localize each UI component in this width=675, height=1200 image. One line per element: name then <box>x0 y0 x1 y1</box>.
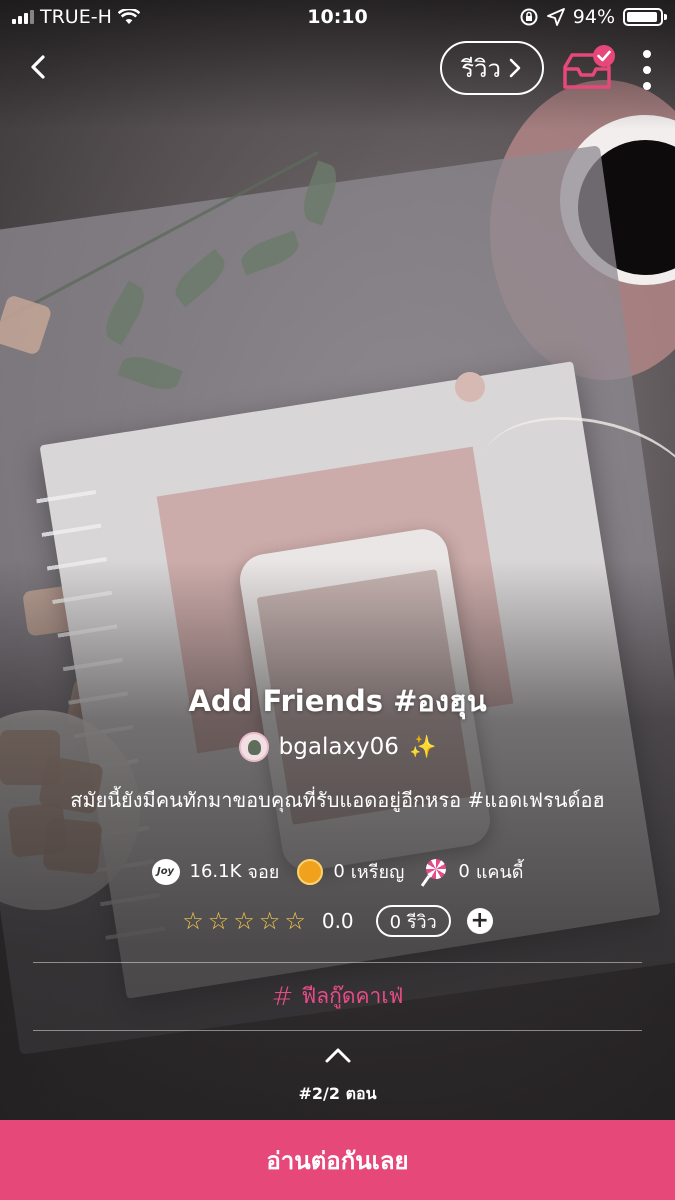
orientation-lock-icon <box>520 8 538 26</box>
stats-row: Joy 16.1K จอย 0 เหรียญ 0 แคนดี้ <box>0 857 675 887</box>
joy-value: 16.1K <box>189 861 242 882</box>
rating-row: ☆ ☆ ☆ ☆ ☆ 0.0 0 รีวิว + <box>0 905 675 937</box>
story-description: สมัยนี้ยังมีคนทักมาขอบคุณที่รับแอดอยู่อี… <box>70 788 605 812</box>
story-tag[interactable]: # ฟีลกู๊ดคาเฟ่ <box>0 980 675 1013</box>
joy-stat: Joy 16.1K จอย <box>151 857 280 886</box>
hash-icon: # <box>271 981 294 1012</box>
episode-count: #2/2 ตอน <box>298 1084 377 1103</box>
coin-stat: 0 เหรียญ <box>297 857 404 886</box>
star-icon[interactable]: ☆ <box>284 909 306 933</box>
candy-value: 0 <box>458 861 470 882</box>
status-bar: TRUE-H 10:10 94% <box>0 0 675 36</box>
chevron-up-icon[interactable] <box>324 1046 352 1064</box>
joy-label: จอย <box>247 862 280 883</box>
star-icon[interactable]: ☆ <box>233 909 255 933</box>
sparkle-emoji: ✨ <box>408 734 437 760</box>
joy-icon: Joy <box>151 858 180 885</box>
star-icon[interactable]: ☆ <box>208 909 230 933</box>
chevron-right-icon <box>509 58 521 78</box>
battery-percent: 94% <box>572 6 615 28</box>
tag-label: ฟีลกู๊ดคาเฟ่ <box>301 984 404 1008</box>
candy-icon <box>421 858 448 887</box>
story-title: Add Friends #องฮุน <box>188 684 487 718</box>
author-row[interactable]: bgalaxy06 ✨ <box>0 732 675 762</box>
divider <box>33 962 642 963</box>
more-icon[interactable] <box>634 50 660 90</box>
candy-stat: 0 แคนดี้ <box>421 857 524 887</box>
coin-value: 0 <box>333 861 345 882</box>
review-button-label: รีวิว <box>461 54 501 83</box>
coin-label: เหรียญ <box>350 862 405 883</box>
continue-reading-button[interactable]: อ่านต่อกันเลย <box>0 1120 675 1200</box>
add-review-icon[interactable]: + <box>466 908 493 934</box>
star-icon[interactable]: ☆ <box>259 909 281 933</box>
candy-label: แคนดี้ <box>475 862 524 883</box>
review-button[interactable]: รีวิว <box>440 41 544 95</box>
library-check-icon[interactable] <box>560 45 618 93</box>
location-icon <box>546 8 565 26</box>
battery-icon <box>623 8 667 26</box>
star-icon[interactable]: ☆ <box>182 909 204 933</box>
avatar[interactable] <box>238 732 269 762</box>
coin-icon <box>297 858 324 885</box>
divider <box>33 1030 642 1031</box>
back-icon[interactable] <box>22 50 56 84</box>
review-count-button[interactable]: 0 รีวิว <box>375 905 451 937</box>
rating-value: 0.0 <box>321 909 354 933</box>
author-name[interactable]: bgalaxy06 <box>279 734 399 760</box>
